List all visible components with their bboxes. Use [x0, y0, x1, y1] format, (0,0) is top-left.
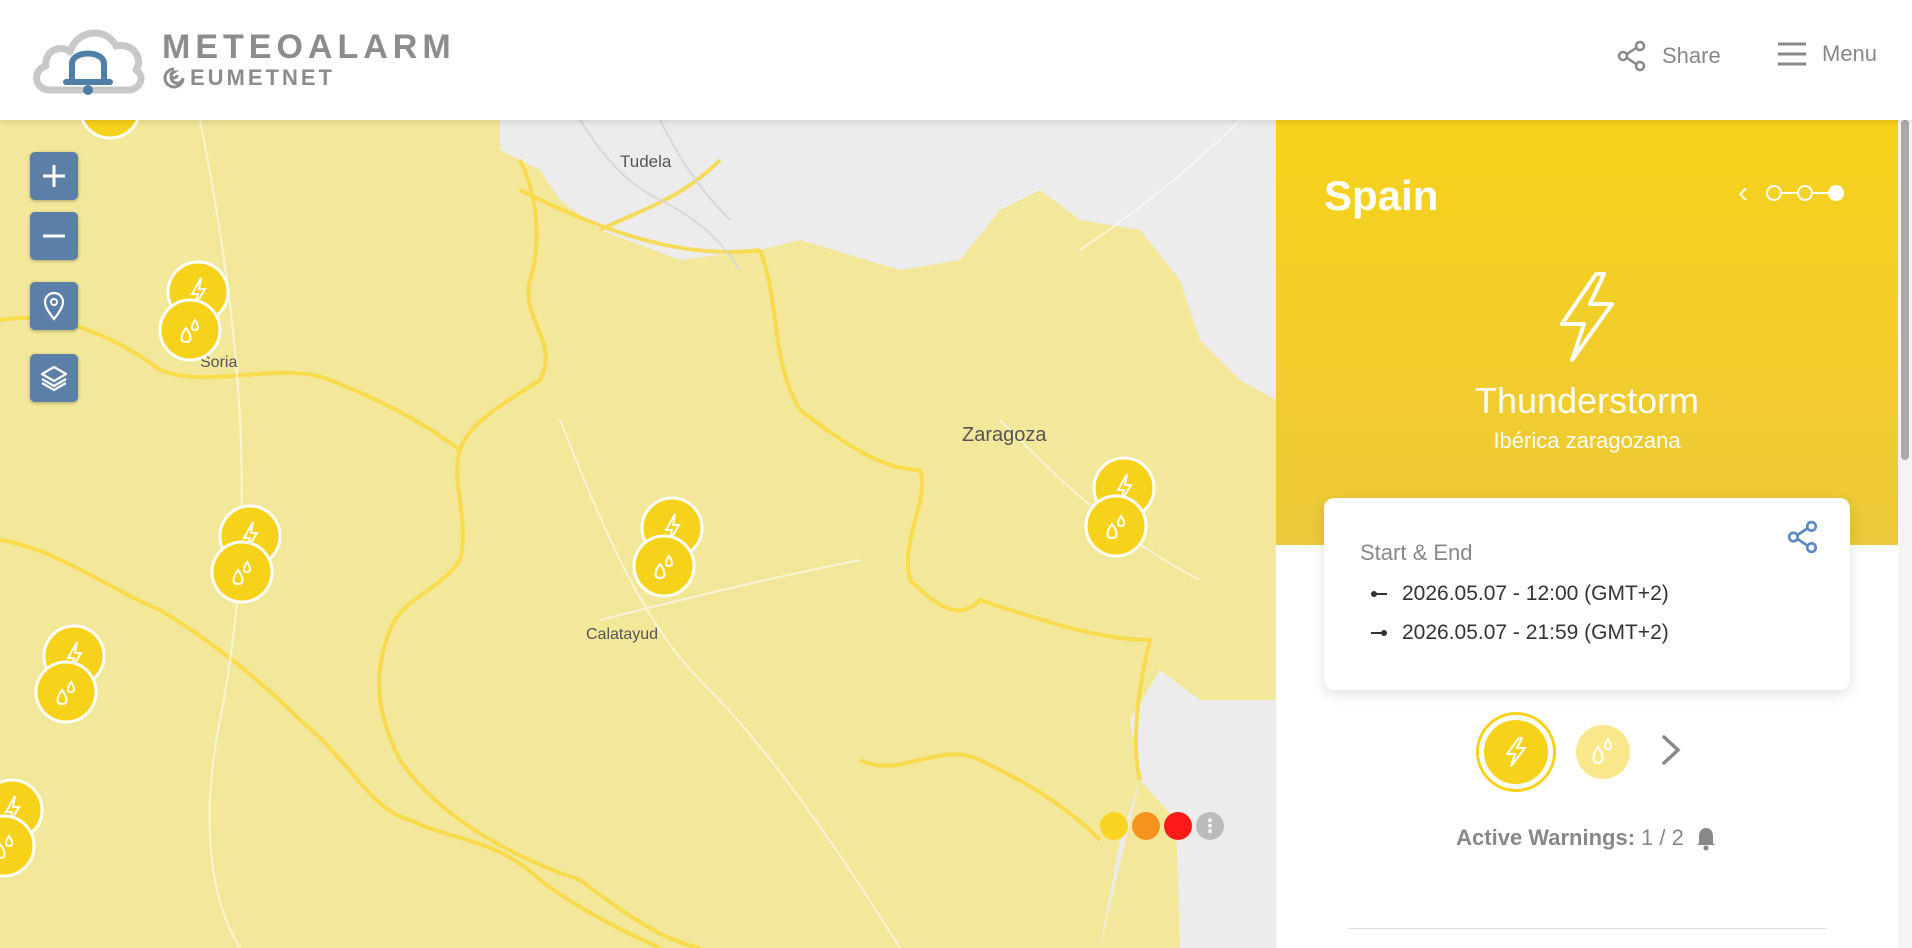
type-rain-button[interactable] — [1576, 725, 1630, 779]
warning-type-selector — [1476, 712, 1682, 792]
start-end-label: Start & End — [1360, 540, 1473, 565]
logo-subtitle: EUMETNET — [162, 65, 456, 91]
bell-icon[interactable] — [1694, 825, 1718, 851]
start-time-row: 2026.05.07 - 12:00 (GMT+2) — [1370, 582, 1669, 606]
country-title: Spain — [1324, 172, 1439, 219]
chevron-left-icon[interactable]: ‹ — [1738, 178, 1748, 208]
logo-sub-label: EUMETNET — [190, 65, 335, 90]
layers-icon — [40, 365, 68, 392]
hamburger-icon — [1778, 42, 1806, 66]
meteoalarm-logo[interactable]: METEOALARM EUMETNET — [28, 20, 456, 100]
marker-top-left[interactable] — [80, 120, 140, 140]
marker-west[interactable] — [210, 504, 282, 604]
legend-red — [1164, 812, 1192, 840]
type-thunderstorm-button[interactable] — [1476, 712, 1556, 792]
marker-soria[interactable] — [158, 260, 230, 362]
eumetnet-swirl-icon — [163, 67, 185, 89]
end-time-row: 2026.05.07 - 21:59 (GMT+2) — [1370, 621, 1669, 645]
active-warnings: Active Warnings: 1 / 2 — [1276, 825, 1898, 851]
end-time: 2026.05.07 - 21:59 (GMT+2) — [1402, 621, 1669, 644]
start-end-card: Start & End 2026.05.07 - 12:00 (GMT+2) 2… — [1324, 498, 1850, 690]
marker-southwest[interactable] — [34, 624, 106, 724]
active-warnings-count: 1 / 2 — [1641, 825, 1684, 850]
warning-region: Ibérica zaragozana — [1493, 428, 1681, 453]
share-icon — [1617, 40, 1646, 72]
active-warnings-label: Active Warnings: — [1456, 825, 1636, 850]
zoom-in-button[interactable] — [30, 152, 78, 200]
legend-orange — [1132, 812, 1160, 840]
share-icon[interactable] — [1786, 520, 1820, 554]
severity-legend[interactable]: ⋮ — [1100, 812, 1224, 840]
lightning-icon — [1506, 737, 1526, 767]
share-label: Share — [1662, 43, 1721, 68]
warning-markers — [0, 120, 1156, 878]
warning-map[interactable]: Tudela Soria Zaragoza Calatayud ⋮ — [0, 120, 1276, 948]
menu-label: Menu — [1822, 41, 1878, 66]
site-header: METEOALARM EUMETNET Share Menu — [0, 0, 1912, 120]
rain-drops-icon — [1592, 737, 1612, 765]
zoom-out-button[interactable] — [30, 212, 78, 260]
marker-zaragoza[interactable] — [1084, 456, 1156, 558]
type-thunderstorm-inner — [1484, 720, 1548, 784]
warning-header: Spain ‹ Thunderstorm Ibérica zaragozana — [1276, 120, 1898, 545]
share-button[interactable]: Share — [1616, 40, 1721, 72]
legend-more-icon[interactable]: ⋮ — [1196, 812, 1224, 840]
panel-divider — [1348, 928, 1826, 929]
legend-yellow — [1100, 812, 1128, 840]
start-arrow-icon — [1371, 591, 1387, 597]
thunderstorm-icon — [1560, 272, 1614, 362]
chevron-right-icon[interactable] — [1660, 733, 1682, 772]
scrollbar-thumb[interactable] — [1901, 120, 1909, 460]
start-time: 2026.05.07 - 12:00 (GMT+2) — [1402, 582, 1669, 605]
plus-icon — [43, 165, 65, 187]
locate-button[interactable] — [30, 282, 78, 330]
menu-button[interactable]: Menu — [1776, 40, 1877, 68]
logo-title: METEOALARM — [162, 28, 456, 66]
warning-detail-panel: Spain ‹ Thunderstorm Ibérica zaragozana … — [1276, 120, 1912, 948]
pager[interactable]: ‹ — [1738, 178, 1844, 208]
layers-button[interactable] — [30, 354, 78, 402]
cloud-bell-icon — [33, 29, 145, 95]
panel-scrollbar[interactable] — [1898, 120, 1912, 948]
end-arrow-icon — [1371, 630, 1387, 636]
warning-title: Thunderstorm — [1474, 380, 1700, 421]
location-pin-icon — [43, 291, 65, 321]
marker-bottom-left[interactable] — [0, 778, 44, 878]
logo-text: METEOALARM EUMETNET — [162, 29, 456, 91]
pager-dots — [1766, 185, 1844, 201]
marker-calatayud[interactable] — [632, 496, 704, 598]
minus-icon — [43, 234, 65, 238]
